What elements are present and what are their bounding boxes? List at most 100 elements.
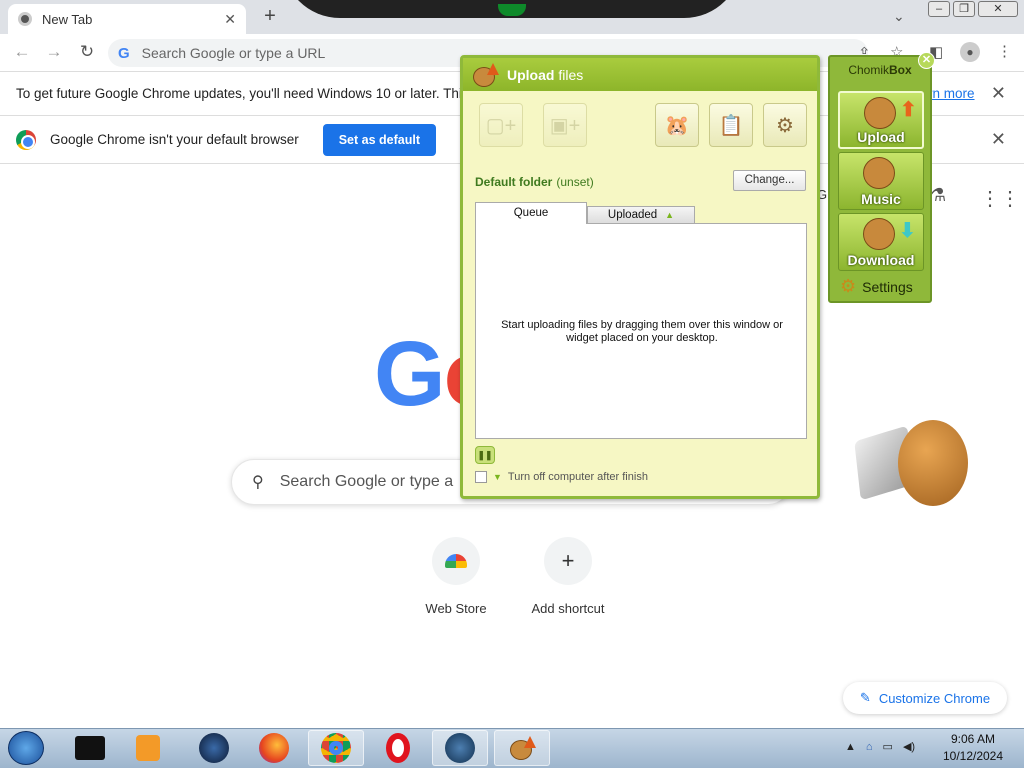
menu-kebab-icon[interactable]: ⋮ [997,42,1012,60]
default-folder-label: Default folder (unset) [475,175,594,189]
display-icon[interactable]: ▭ [883,740,893,753]
hamster-icon [898,420,968,506]
taskbar-opera[interactable] [370,730,426,766]
media-player-icon [136,735,160,761]
tray-expand-icon[interactable]: ▲ [845,741,856,753]
ntp-search-placeholder: Search Google or type a [279,473,454,490]
profile-avatar-icon[interactable]: ● [960,42,980,62]
taskbar-chomikbox[interactable] [494,730,550,766]
clock-time: 9:06 AM [950,732,996,746]
omnibox-placeholder: Search Google or type a URL [141,45,326,61]
turn-off-label: Turn off computer after finish [507,471,648,483]
opera-icon [386,733,410,763]
add-file-icon: ▢+ [485,114,517,137]
gear-icon: ⚙ [840,276,857,296]
tab-title: New Tab [42,11,93,27]
pause-button[interactable]: ❚❚ [475,446,495,464]
tab-new-tab[interactable]: New Tab ✕ [8,4,246,34]
taskbar-firefox[interactable] [246,730,302,766]
shortcut-add[interactable]: + Add shortcut [513,537,623,616]
add-folder-button[interactable]: ▣+ [543,103,587,147]
minimize-button[interactable]: – [928,1,950,17]
steam-icon [445,733,475,763]
hamster-icon: 🐹 [664,114,690,137]
pencil-icon: ✎ [859,690,871,705]
customize-label: Customize Chrome [878,690,991,706]
gear-icon: ⚙ [776,114,794,137]
taskbar-media-player[interactable] [120,730,176,766]
clipboard-add-icon: 📋 [718,114,744,137]
chevron-down-icon[interactable]: ⌄ [893,8,905,25]
apps-grid-icon[interactable]: ⋮⋮⋮ [980,186,1024,211]
upload-arrow-icon: ⬆ [900,99,917,121]
widget-music-button[interactable]: Music [838,152,924,210]
add-file-button[interactable]: ▢+ [479,103,523,147]
settings-button[interactable]: ⚙ [763,103,807,147]
update-infobar-text: To get future Google Chrome updates, you… [16,86,480,101]
shortcut-label: Add shortcut [531,601,605,616]
system-tray: ▲ ⌂ ▭ ◀) [845,740,915,754]
queue-empty-message: Start uploading files by dragging them o… [501,319,783,344]
upload-window-titlebar[interactable]: Upload files [463,58,817,91]
chomikbox-icon [508,735,536,761]
firefox-icon [259,733,289,763]
close-icon[interactable]: ✕ [918,52,935,69]
widget-title: ChomikBox [848,63,912,77]
widget-upload-button[interactable]: ⬆ Upload [838,91,924,149]
new-tab-button[interactable]: + [258,5,282,29]
hamster-headphones-icon [863,157,895,189]
turn-off-checkbox[interactable] [475,471,487,483]
triangle-down-icon: ▼ [493,472,502,482]
learn-more-link[interactable]: rn more [928,86,975,101]
restore-button[interactable]: ❐ [953,1,975,17]
add-folder-icon: ▣+ [549,114,581,137]
clipboard-button[interactable]: 📋 [709,103,753,147]
taskbar-steam[interactable] [432,730,488,766]
shortcut-label: Web Store [425,601,487,616]
tab-queue[interactable]: Queue [475,202,587,224]
hamster-upload-icon [864,97,896,129]
start-button[interactable] [8,731,44,765]
chrome-logo-icon [16,129,36,150]
turn-off-option[interactable]: ▼ Turn off computer after finish [475,471,648,483]
chrome-tab-icon [18,12,32,26]
volume-icon[interactable]: ◀) [903,740,915,753]
chomikbox-widget: ChomikBox ✕ ⬆ Upload Music ⬇ Download ⚙ … [828,52,935,303]
hamster-download-icon [863,218,895,250]
google-g-icon: G [118,44,130,62]
reload-icon[interactable]: ↻ [75,42,99,64]
widget-settings-label: Settings [862,278,913,295]
network-icon[interactable]: ⌂ [866,741,873,753]
hamster-button[interactable]: 🐹 [655,103,699,147]
widget-settings[interactable]: ⚙ Settings [840,276,913,297]
plus-icon: + [544,537,592,585]
set-as-default-button[interactable]: Set as default [322,123,436,156]
close-window-button[interactable]: ✕ [978,1,1018,17]
labs-flask-icon[interactable]: ⚗ [930,185,946,206]
widget-download-button[interactable]: ⬇ Download [838,213,924,271]
desktop-hamster-gadget[interactable] [850,418,970,510]
webstore-icon [432,537,480,585]
taskbar-terminal[interactable] [62,730,118,766]
close-icon[interactable]: ✕ [991,83,1006,104]
queue-panel[interactable]: Start uploading files by dragging them o… [475,223,807,439]
shortcut-web-store[interactable]: Web Store [401,537,511,616]
taskbar-clock[interactable]: 9:06 AM 10/12/2024 [930,731,1016,765]
taskbar-system-app[interactable] [186,730,242,766]
widget-upload-label: Upload [857,129,905,145]
chrome-icon [321,733,351,763]
default-folder-value: (unset) [556,175,594,189]
customize-chrome-button[interactable]: ✎ Customize Chrome [843,682,1007,714]
forward-arrow-icon[interactable]: → [42,42,66,64]
back-arrow-icon[interactable]: ← [10,42,34,64]
widget-music-label: Music [861,191,901,207]
close-icon[interactable]: ✕ [991,129,1006,150]
change-folder-button[interactable]: Change... [733,170,806,191]
close-tab-icon[interactable]: ✕ [224,11,236,28]
download-arrow-icon: ⬇ [899,220,916,242]
upload-window-title: Upload files [507,66,584,83]
taskbar-chrome[interactable] [308,730,364,766]
tab-uploaded[interactable]: Uploaded ▲ [587,206,695,224]
widget-download-label: Download [847,252,915,268]
hamster-upload-icon [471,62,499,88]
